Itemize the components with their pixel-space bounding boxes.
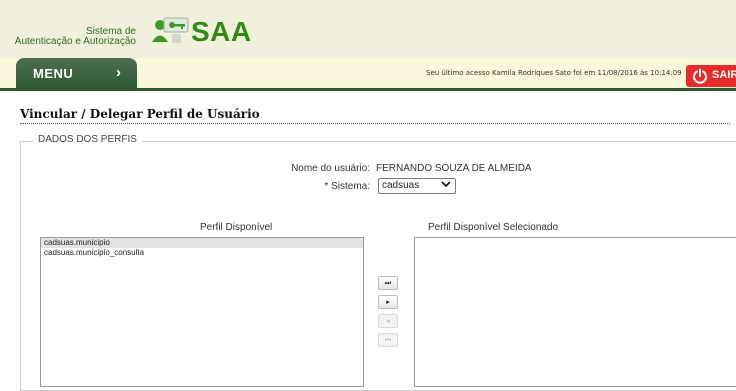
power-icon	[693, 68, 707, 84]
menu-label: MENU	[33, 66, 74, 81]
system-select-value: cadsuas	[382, 180, 420, 191]
play-left-icon: ◂	[386, 317, 390, 325]
system-label: * Sistema:	[324, 181, 370, 192]
available-profiles-list[interactable]: cadsuas.municipio cadsuas.municipio_cons…	[40, 237, 364, 387]
fast-forward-icon: ⏭	[384, 279, 392, 287]
play-right-icon: ▸	[386, 298, 390, 306]
move-all-left-button[interactable]: ⏮	[378, 333, 398, 347]
selected-profiles-list[interactable]	[414, 237, 736, 387]
app-logo-name: SAA	[191, 16, 252, 47]
available-profiles-header: Perfil Disponível	[200, 222, 273, 233]
list-item[interactable]: cadsuas.municipio_consulta	[41, 248, 363, 258]
brand-line-2: Autenticação e Autorização	[14, 36, 136, 47]
user-name-value: FERNANDO SOUZA DE ALMEIDA	[376, 163, 532, 174]
chevron-right-icon: ›	[116, 64, 121, 81]
move-left-button[interactable]: ◂	[378, 314, 398, 328]
header: Sistema de Autenticação e Autorização SA…	[0, 0, 736, 59]
brand-text: Sistema de Autenticação e Autorização	[6, 27, 136, 47]
list-item[interactable]: cadsuas.municipio	[41, 238, 363, 248]
user-name-label: Nome do usuário:	[291, 163, 370, 174]
section-legend: DADOS DOS PERFIS	[33, 134, 142, 145]
logout-label: SAIR	[712, 69, 736, 81]
menu-button[interactable]: MENU ›	[16, 58, 137, 89]
rewind-icon: ⏮	[384, 336, 392, 344]
logout-button[interactable]: SAIR	[686, 65, 736, 87]
selected-profiles-header: Perfil Disponível Selecionado	[428, 222, 559, 233]
users-key-icon	[152, 17, 189, 43]
move-all-right-button[interactable]: ⏭	[378, 276, 398, 290]
page-title: Vincular / Delegar Perfil de Usuário	[20, 107, 260, 121]
title-divider	[20, 123, 730, 124]
chevron-down-icon	[441, 179, 451, 193]
system-select[interactable]: cadsuas	[378, 178, 456, 194]
move-right-button[interactable]: ▸	[378, 295, 398, 309]
last-access-text: Seu último acesso Kamila Rodriques Sato …	[426, 69, 682, 77]
